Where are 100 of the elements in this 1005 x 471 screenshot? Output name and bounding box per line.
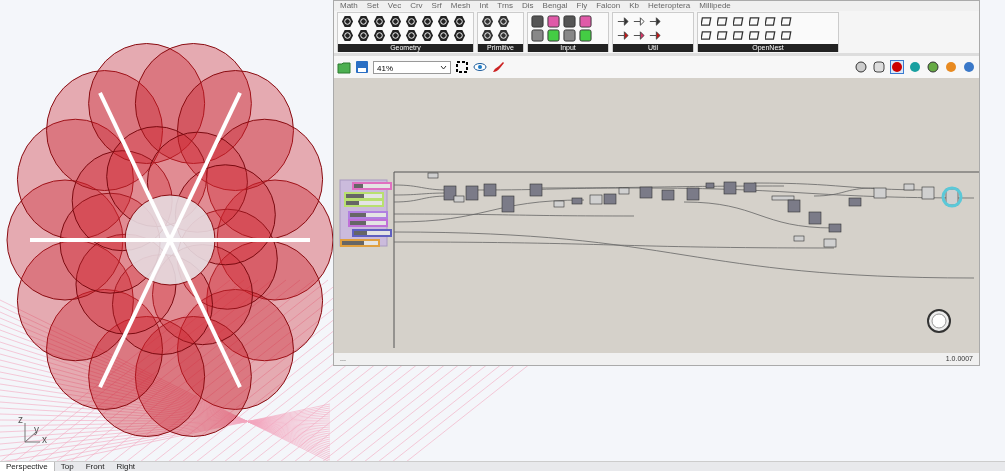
viewport-tab[interactable]: Front — [79, 462, 111, 471]
component-icon[interactable] — [701, 15, 714, 28]
component-icon[interactable] — [616, 29, 629, 42]
component-node[interactable] — [465, 185, 479, 201]
ribbon-tab[interactable]: Dis — [522, 1, 534, 11]
component-icon[interactable] — [765, 15, 778, 28]
navigation-dial-icon[interactable] — [924, 306, 954, 336]
component-node[interactable] — [686, 187, 700, 201]
component-node[interactable] — [553, 200, 565, 208]
component-icon[interactable] — [405, 15, 418, 28]
component-node[interactable] — [771, 195, 795, 201]
component-node[interactable] — [743, 182, 757, 193]
component-icon[interactable] — [373, 29, 386, 42]
sphere-icon[interactable] — [962, 60, 976, 74]
component-icon[interactable] — [389, 15, 402, 28]
ribbon-tab[interactable]: Mesh — [450, 1, 471, 11]
component-node[interactable] — [603, 193, 617, 205]
component-icon[interactable] — [648, 29, 661, 42]
component-node[interactable] — [453, 195, 465, 203]
component-icon[interactable] — [341, 29, 354, 42]
ribbon-tab[interactable]: Set — [366, 1, 379, 11]
ribbon-tab[interactable]: Srf — [431, 1, 442, 11]
preview-selected-icon[interactable] — [890, 60, 904, 74]
component-icon[interactable] — [341, 15, 354, 28]
component-node[interactable] — [808, 211, 822, 225]
ribbon-tab[interactable]: Millipede — [699, 1, 731, 11]
ball-icon[interactable] — [908, 60, 922, 74]
component-icon[interactable] — [357, 29, 370, 42]
component-icon[interactable] — [389, 29, 402, 42]
ribbon-tab[interactable]: Trns — [497, 1, 513, 11]
component-node[interactable] — [618, 187, 630, 195]
component-icon[interactable] — [421, 15, 434, 28]
viewport-tab[interactable]: Top — [54, 462, 80, 471]
folder-icon[interactable] — [337, 60, 351, 74]
brush-icon[interactable] — [491, 60, 505, 74]
number-slider[interactable] — [352, 229, 392, 237]
component-icon[interactable] — [547, 15, 560, 28]
component-node[interactable] — [639, 186, 653, 199]
component-icon[interactable] — [357, 15, 370, 28]
ribbon-tab[interactable]: Math — [340, 1, 358, 11]
component-node[interactable] — [571, 197, 583, 205]
component-node[interactable] — [529, 183, 543, 197]
component-icon[interactable] — [563, 29, 576, 42]
component-node[interactable] — [873, 187, 887, 199]
component-node[interactable] — [501, 195, 515, 213]
component-icon[interactable] — [453, 29, 466, 42]
eye-icon[interactable] — [473, 60, 487, 74]
component-icon[interactable] — [765, 29, 778, 42]
component-node[interactable] — [443, 185, 457, 201]
component-icon[interactable] — [437, 29, 450, 42]
number-slider[interactable] — [352, 182, 392, 190]
component-icon[interactable] — [579, 15, 592, 28]
component-icon[interactable] — [421, 29, 434, 42]
ribbon-tab[interactable]: Falcon — [596, 1, 621, 11]
component-node[interactable] — [705, 182, 715, 189]
component-icon[interactable] — [497, 29, 510, 42]
component-icon[interactable] — [781, 15, 794, 28]
component-node[interactable] — [723, 181, 737, 195]
component-icon[interactable] — [453, 15, 466, 28]
viewport-tab[interactable]: Right — [110, 462, 142, 471]
zoom-dropdown[interactable]: 41% — [373, 60, 451, 74]
ribbon-tab[interactable]: Kb — [629, 1, 639, 11]
number-slider[interactable] — [340, 239, 380, 247]
component-icon[interactable] — [481, 29, 494, 42]
component-node[interactable] — [787, 199, 801, 213]
component-icon[interactable] — [405, 29, 418, 42]
ribbon-tab[interactable]: Heteroptera — [648, 1, 691, 11]
ribbon-tab[interactable]: Crv — [410, 1, 423, 11]
component-node[interactable] — [661, 189, 675, 201]
component-node[interactable] — [427, 172, 439, 179]
component-icon[interactable] — [481, 15, 494, 28]
component-icon[interactable] — [632, 29, 645, 42]
ribbon-tab[interactable]: Fly — [576, 1, 588, 11]
striped-ball-icon[interactable] — [926, 60, 940, 74]
save-icon[interactable] — [355, 60, 369, 74]
component-icon[interactable] — [701, 29, 714, 42]
component-icon[interactable] — [717, 15, 730, 28]
component-icon[interactable] — [632, 15, 645, 28]
component-icon[interactable] — [373, 15, 386, 28]
component-node[interactable] — [848, 197, 862, 207]
component-icon[interactable] — [648, 15, 661, 28]
component-node[interactable] — [589, 194, 603, 205]
component-icon[interactable] — [781, 29, 794, 42]
component-icon[interactable] — [749, 29, 762, 42]
ribbon-tab[interactable]: Bengal — [542, 1, 568, 11]
ribbon-tab[interactable]: Vec — [387, 1, 402, 11]
zoom-extents-icon[interactable] — [455, 60, 469, 74]
component-icon[interactable] — [733, 29, 746, 42]
component-node[interactable] — [921, 186, 935, 200]
preview-shaded-icon[interactable] — [872, 60, 886, 74]
preview-wire-icon[interactable] — [854, 60, 868, 74]
ribbon-tab[interactable]: Int — [479, 1, 489, 11]
component-icon[interactable] — [531, 15, 544, 28]
component-node[interactable] — [483, 183, 497, 197]
component-node[interactable] — [828, 223, 842, 233]
viewport-tab[interactable]: Perspective — [0, 462, 55, 471]
component-node[interactable] — [793, 235, 805, 242]
component-icon[interactable] — [733, 15, 746, 28]
component-node[interactable] — [823, 238, 837, 248]
component-icon[interactable] — [749, 15, 762, 28]
